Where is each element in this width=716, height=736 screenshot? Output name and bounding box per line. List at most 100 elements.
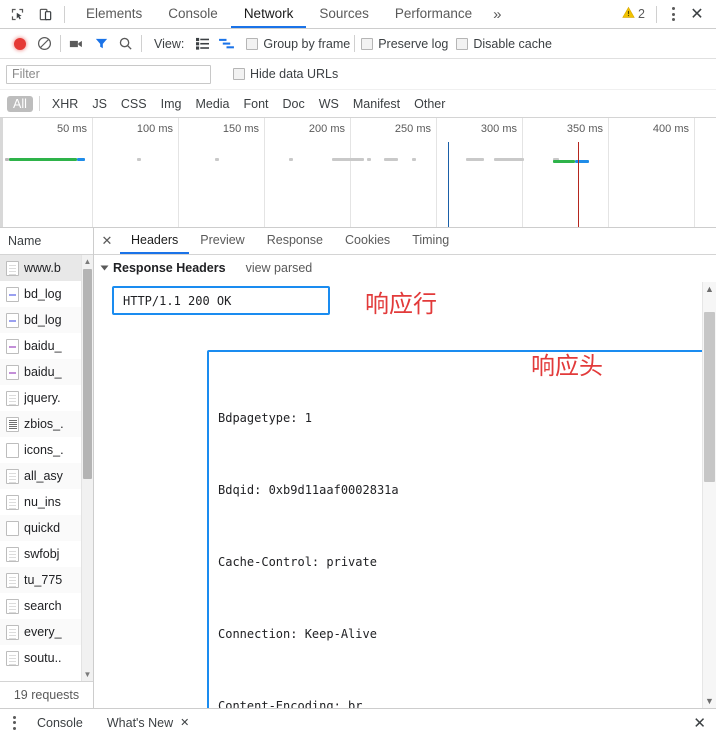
disable-cache-checkbox[interactable] (456, 37, 469, 50)
details-scroll-down-icon[interactable]: ▼ (703, 694, 716, 708)
overview-gridline (522, 118, 523, 227)
tab-cookies[interactable]: Cookies (334, 228, 401, 254)
hide-data-urls-row[interactable]: Hide data URLs (233, 67, 338, 81)
chevron-down-icon[interactable] (100, 265, 109, 271)
clear-button[interactable] (32, 32, 56, 56)
scrollbar-thumb[interactable] (83, 269, 92, 479)
devtools-menu-icon[interactable] (663, 3, 683, 25)
column-header-name: Name (8, 234, 42, 248)
type-filter-all[interactable]: All (7, 95, 33, 112)
filter-icon[interactable] (89, 32, 113, 56)
type-filter-doc[interactable]: Doc (277, 96, 311, 112)
table-row[interactable]: every_ (0, 619, 93, 645)
drawer-tab-whats-new[interactable]: What's New ✕ (95, 716, 202, 730)
table-row[interactable]: search (0, 593, 93, 619)
drawer-menu-icon[interactable] (3, 710, 25, 736)
overview-bar (553, 160, 575, 163)
waterfall-view-icon[interactable] (214, 32, 238, 56)
tab-network[interactable]: Network (230, 0, 307, 28)
tab-headers[interactable]: Headers (120, 228, 190, 254)
table-row[interactable]: zbios_. (0, 411, 93, 437)
overview-tick-label: 250 ms (394, 123, 431, 135)
list-view-icon[interactable] (190, 32, 214, 56)
table-row[interactable]: all_asy (0, 463, 93, 489)
tab-preview[interactable]: Preview (189, 228, 255, 254)
tab-timing[interactable]: Timing (401, 228, 460, 254)
toolbar-divider-1 (60, 35, 61, 52)
table-row[interactable]: baidu_ (0, 333, 93, 359)
more-tabs-glyph: » (493, 5, 502, 23)
drawer-tab-console-label: Console (37, 715, 83, 730)
type-filter-xhr[interactable]: XHR (46, 96, 84, 112)
group-by-frame-checkbox[interactable] (246, 37, 259, 50)
blank-file-icon (6, 442, 19, 458)
request-list-header[interactable]: Name (0, 228, 93, 255)
type-filter-media[interactable]: Media (189, 96, 235, 112)
tab-network-label: Network (243, 5, 294, 21)
table-row[interactable]: jquery. (0, 385, 93, 411)
search-icon[interactable] (113, 32, 137, 56)
device-toolbar-icon[interactable] (34, 3, 56, 25)
network-overview[interactable]: 50 ms 100 ms 150 ms 200 ms 250 ms 300 ms… (0, 118, 716, 228)
disable-cache-row[interactable]: Disable cache (456, 37, 552, 51)
preserve-log-row[interactable]: Preserve log (361, 37, 448, 51)
inspect-element-icon[interactable] (6, 3, 28, 25)
tab-response[interactable]: Response (256, 228, 334, 254)
panel-tabs: Elements Console Network Sources Perform… (73, 0, 510, 28)
type-filter-row: All XHR JS CSS Img Media Font Doc WS Man… (0, 90, 716, 118)
details-scrollbar-thumb[interactable] (704, 312, 715, 482)
more-tabs-icon[interactable]: » (485, 0, 509, 28)
record-button[interactable] (8, 32, 32, 56)
type-filter-img[interactable]: Img (155, 96, 188, 112)
overview-bar (412, 158, 416, 161)
close-details-icon[interactable]: ✕ (94, 228, 120, 254)
type-filter-other[interactable]: Other (408, 96, 451, 112)
header-line: Bdqid: 0xb9d11aaf0002831a (218, 483, 399, 497)
table-row[interactable]: tu_775 (0, 567, 93, 593)
scroll-up-icon[interactable]: ▲ (82, 255, 93, 268)
response-headers-section-header[interactable]: Response Headers view parsed (94, 255, 716, 279)
table-row[interactable]: soutu.. (0, 645, 93, 671)
tab-performance[interactable]: Performance (382, 0, 485, 28)
table-row[interactable]: baidu_ (0, 359, 93, 385)
table-row[interactable]: www.b (0, 255, 93, 281)
drawer-tab-console[interactable]: Console (25, 716, 95, 730)
status-line-text: HTTP/1.1 200 OK (123, 293, 232, 308)
type-filter-font[interactable]: Font (238, 96, 275, 112)
overview-bar (384, 158, 398, 161)
type-filter-js[interactable]: JS (86, 96, 113, 112)
overview-gridline (178, 118, 179, 227)
scroll-down-icon[interactable]: ▼ (82, 668, 93, 681)
type-filter-ws[interactable]: WS (313, 96, 345, 112)
table-row[interactable]: icons_. (0, 437, 93, 463)
filter-input[interactable] (6, 64, 211, 84)
details-scrollbar[interactable]: ▲ ▼ (702, 282, 716, 708)
close-devtools-icon[interactable]: ✕ (685, 3, 709, 25)
table-row[interactable]: swfobj (0, 541, 93, 567)
table-row[interactable]: bd_log (0, 307, 93, 333)
tab-console[interactable]: Console (155, 0, 231, 28)
close-drawer-icon[interactable]: ✕ (693, 714, 716, 732)
tab-elements[interactable]: Elements (73, 0, 155, 28)
hide-data-urls-checkbox[interactable] (233, 68, 245, 80)
details-scroll-up-icon[interactable]: ▲ (703, 282, 716, 296)
type-filter-css[interactable]: CSS (115, 96, 153, 112)
overview-tick-label: 100 ms (136, 123, 173, 135)
group-by-frame-row[interactable]: Group by frame (246, 37, 350, 51)
type-filter-manifest[interactable]: Manifest (347, 96, 406, 112)
view-parsed-link[interactable]: view parsed (246, 261, 313, 275)
script-icon (6, 624, 19, 640)
tab-response-label: Response (266, 233, 324, 247)
table-row[interactable]: quickd (0, 515, 93, 541)
tab-timing-label: Timing (412, 233, 450, 247)
preserve-log-checkbox[interactable] (361, 37, 374, 50)
capture-screenshots-icon[interactable] (65, 32, 89, 56)
table-row[interactable]: nu_ins (0, 489, 93, 515)
warning-badge[interactable]: 2 (617, 6, 650, 22)
request-list-scrollbar[interactable]: ▲ ▼ (81, 255, 93, 681)
overview-tick-label: 350 ms (566, 123, 603, 135)
network-lower-region: Name www.b bd_log bd_log baidu_ baidu_ j… (0, 228, 716, 708)
tab-sources[interactable]: Sources (306, 0, 382, 28)
close-whats-new-icon[interactable]: ✕ (180, 716, 189, 729)
table-row[interactable]: bd_log (0, 281, 93, 307)
